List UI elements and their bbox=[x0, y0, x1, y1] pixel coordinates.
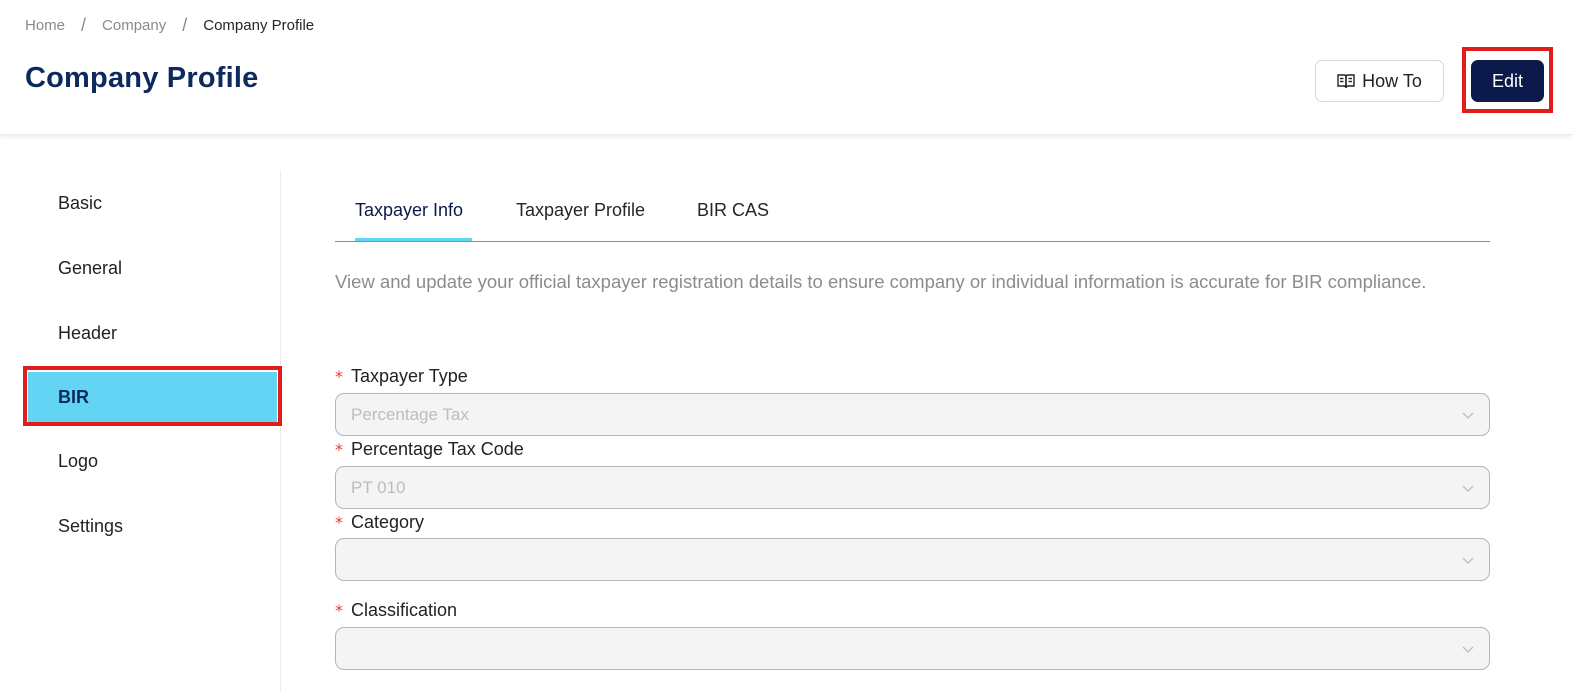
classification-select[interactable] bbox=[335, 627, 1490, 670]
percentage-tax-code-value: PT 010 bbox=[351, 477, 406, 497]
chevron-down-icon bbox=[1462, 485, 1474, 492]
classification-label: * Classification bbox=[335, 600, 457, 621]
tab-bir-cas[interactable]: BIR CAS bbox=[697, 200, 769, 242]
required-mark: * bbox=[335, 513, 343, 532]
category-select[interactable] bbox=[335, 538, 1490, 581]
section-description: View and update your official taxpayer r… bbox=[335, 271, 1427, 292]
category-label-text: Category bbox=[351, 512, 425, 532]
breadcrumb-current: Company Profile bbox=[203, 16, 315, 34]
taxpayer-type-value: Percentage Tax bbox=[351, 404, 469, 424]
breadcrumb-home[interactable]: Home bbox=[25, 17, 65, 34]
sidebar-item-bir[interactable]: BIR bbox=[28, 372, 277, 422]
page-header: Home / Company / Company Profile Company… bbox=[0, 0, 1573, 135]
page-title: Company Profile bbox=[25, 62, 259, 94]
book-icon bbox=[1337, 74, 1355, 89]
tab-bar: Taxpayer Info Taxpayer Profile BIR CAS bbox=[335, 190, 1490, 242]
edit-button[interactable]: Edit bbox=[1471, 60, 1544, 102]
breadcrumb-company[interactable]: Company bbox=[102, 17, 166, 34]
required-mark: * bbox=[335, 440, 343, 459]
chevron-down-icon bbox=[1462, 557, 1474, 564]
taxpayer-type-label-text: Taxpayer Type bbox=[351, 366, 468, 386]
required-mark: * bbox=[335, 367, 343, 386]
how-to-button[interactable]: How To bbox=[1315, 60, 1444, 102]
taxpayer-type-select[interactable]: Percentage Tax bbox=[335, 393, 1490, 436]
sidebar: Basic General Header BIR Logo Settings bbox=[0, 170, 281, 691]
sidebar-item-basic[interactable]: Basic bbox=[28, 178, 277, 228]
percentage-tax-code-label: * Percentage Tax Code bbox=[335, 439, 524, 460]
tab-taxpayer-info[interactable]: Taxpayer Info bbox=[355, 200, 463, 242]
chevron-down-icon bbox=[1462, 646, 1474, 653]
category-label: * Category bbox=[335, 512, 424, 533]
taxpayer-type-label: * Taxpayer Type bbox=[335, 366, 468, 387]
breadcrumb-separator: / bbox=[182, 14, 188, 35]
sidebar-item-general[interactable]: General bbox=[28, 243, 277, 293]
percentage-tax-code-label-text: Percentage Tax Code bbox=[351, 439, 524, 459]
company-profile-page: Home / Company / Company Profile Company… bbox=[0, 0, 1573, 691]
sidebar-item-header[interactable]: Header bbox=[28, 308, 277, 358]
chevron-down-icon bbox=[1462, 412, 1474, 419]
required-mark: * bbox=[335, 601, 343, 620]
sidebar-item-logo[interactable]: Logo bbox=[28, 436, 277, 486]
breadcrumb: Home / Company / Company Profile bbox=[25, 15, 314, 35]
tab-taxpayer-profile[interactable]: Taxpayer Profile bbox=[516, 200, 645, 242]
breadcrumb-separator: / bbox=[81, 14, 87, 35]
classification-label-text: Classification bbox=[351, 600, 458, 620]
sidebar-item-settings[interactable]: Settings bbox=[28, 501, 277, 551]
how-to-label: How To bbox=[1362, 70, 1422, 91]
active-tab-indicator bbox=[355, 238, 472, 241]
percentage-tax-code-select[interactable]: PT 010 bbox=[335, 466, 1490, 509]
